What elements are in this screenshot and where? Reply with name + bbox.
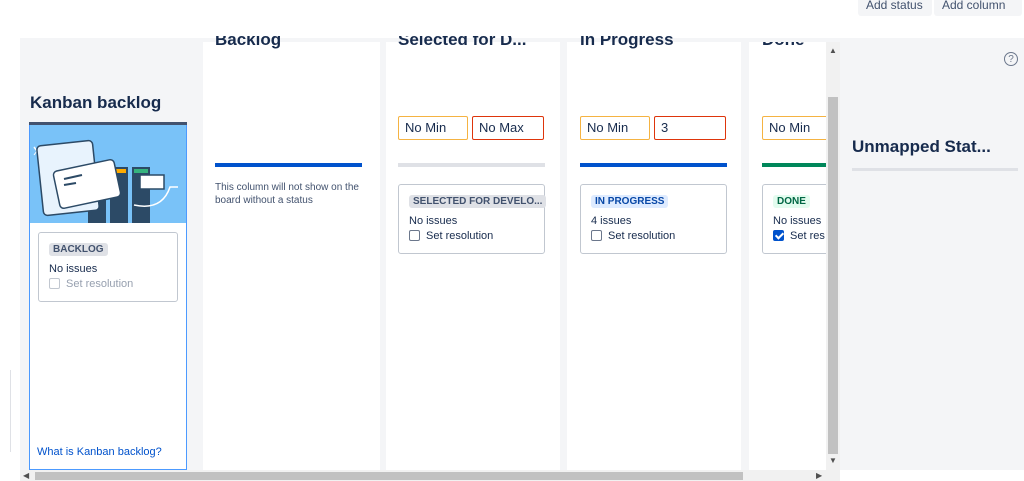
kanban-backlog-title: Kanban backlog bbox=[30, 93, 162, 112]
set-resolution-label: Set resolution bbox=[426, 230, 494, 242]
set-resolution-row: Set res bbox=[773, 230, 826, 242]
column-min-input[interactable]: No Min bbox=[398, 116, 468, 140]
status-card[interactable]: SELECTED FOR DEVELO... No issues Set res… bbox=[398, 184, 547, 254]
column-min-input[interactable]: No Min bbox=[762, 116, 826, 140]
column-bar bbox=[762, 163, 826, 167]
status-card[interactable]: IN PROGRESS 4 issues Set resolution bbox=[580, 184, 727, 254]
kanban-backlog-help-link[interactable]: What is Kanban backlog? bbox=[37, 446, 162, 458]
column-backlog: Backlog This column will not show on the… bbox=[203, 36, 380, 470]
column-min-input[interactable]: No Min bbox=[580, 116, 650, 140]
kanban-illustration bbox=[30, 125, 186, 223]
add-column-button[interactable]: Add column bbox=[934, 0, 1022, 16]
scroll-left-arrow-icon[interactable]: ◀ bbox=[23, 471, 29, 480]
scroll-down-arrow-icon[interactable]: ▼ bbox=[829, 456, 837, 465]
help-circle-icon[interactable]: ? bbox=[1004, 52, 1018, 66]
status-lozenge: SELECTED FOR DEVELO... bbox=[409, 195, 547, 208]
set-resolution-checkbox[interactable] bbox=[773, 230, 784, 241]
status-card[interactable]: DONE No issues Set res bbox=[762, 184, 826, 254]
column-bar bbox=[580, 163, 727, 167]
column-note: This column will not show on the board w… bbox=[215, 182, 359, 206]
column-selected-for-development: Selected for D... No Min No Max SELECTED… bbox=[386, 36, 560, 470]
backlog-status-card[interactable]: BACKLOG No issues Set resolution bbox=[38, 232, 178, 302]
set-resolution-row: Set resolution bbox=[591, 230, 716, 242]
set-resolution-label: Set res bbox=[790, 230, 825, 242]
column-title[interactable]: In Progress bbox=[580, 36, 741, 62]
left-edge-divider bbox=[0, 370, 11, 452]
scroll-up-arrow-icon[interactable]: ▲ bbox=[829, 46, 837, 55]
status-lozenge: BACKLOG bbox=[49, 243, 108, 256]
unmapped-statuses-bar bbox=[852, 168, 1018, 171]
scroll-right-arrow-icon[interactable]: ▶ bbox=[816, 471, 822, 480]
vertical-scrollbar-thumb[interactable] bbox=[828, 97, 838, 454]
set-resolution-label: Set resolution bbox=[608, 230, 676, 242]
add-status-button[interactable]: Add status bbox=[858, 0, 932, 16]
column-bar bbox=[398, 163, 545, 167]
set-resolution-checkbox[interactable] bbox=[591, 230, 602, 241]
issue-count: No issues bbox=[409, 215, 458, 227]
vertical-scrollbar[interactable]: ▲ ▼ bbox=[826, 42, 840, 470]
column-in-progress: In Progress No Min 3 IN PROGRESS 4 issue… bbox=[567, 36, 741, 470]
column-max-input[interactable]: No Max bbox=[472, 116, 544, 140]
column-title[interactable]: Done bbox=[762, 42, 826, 62]
column-max-input[interactable]: 3 bbox=[654, 116, 726, 140]
issue-count: 4 issues bbox=[591, 215, 632, 227]
set-resolution-label: Set resolution bbox=[66, 278, 134, 290]
column-done: Done No Min DONE No issues Set res bbox=[749, 42, 826, 470]
set-resolution-row: Set resolution bbox=[49, 278, 167, 290]
unmapped-statuses-title: Unmapped Stat... bbox=[852, 137, 991, 156]
issue-count: No issues bbox=[773, 215, 822, 227]
status-lozenge: IN PROGRESS bbox=[591, 195, 669, 208]
horizontal-scrollbar[interactable]: ◀ ▶ bbox=[20, 470, 840, 481]
column-bar bbox=[215, 163, 362, 167]
status-lozenge: DONE bbox=[773, 195, 810, 208]
horizontal-scrollbar-thumb[interactable] bbox=[35, 472, 743, 480]
set-resolution-checkbox[interactable] bbox=[49, 278, 60, 289]
set-resolution-checkbox[interactable] bbox=[409, 230, 420, 241]
set-resolution-row: Set resolution bbox=[409, 230, 534, 242]
issue-count: No issues bbox=[49, 263, 98, 275]
column-title[interactable]: Selected for D... bbox=[398, 36, 560, 62]
column-title[interactable]: Backlog bbox=[215, 36, 380, 62]
